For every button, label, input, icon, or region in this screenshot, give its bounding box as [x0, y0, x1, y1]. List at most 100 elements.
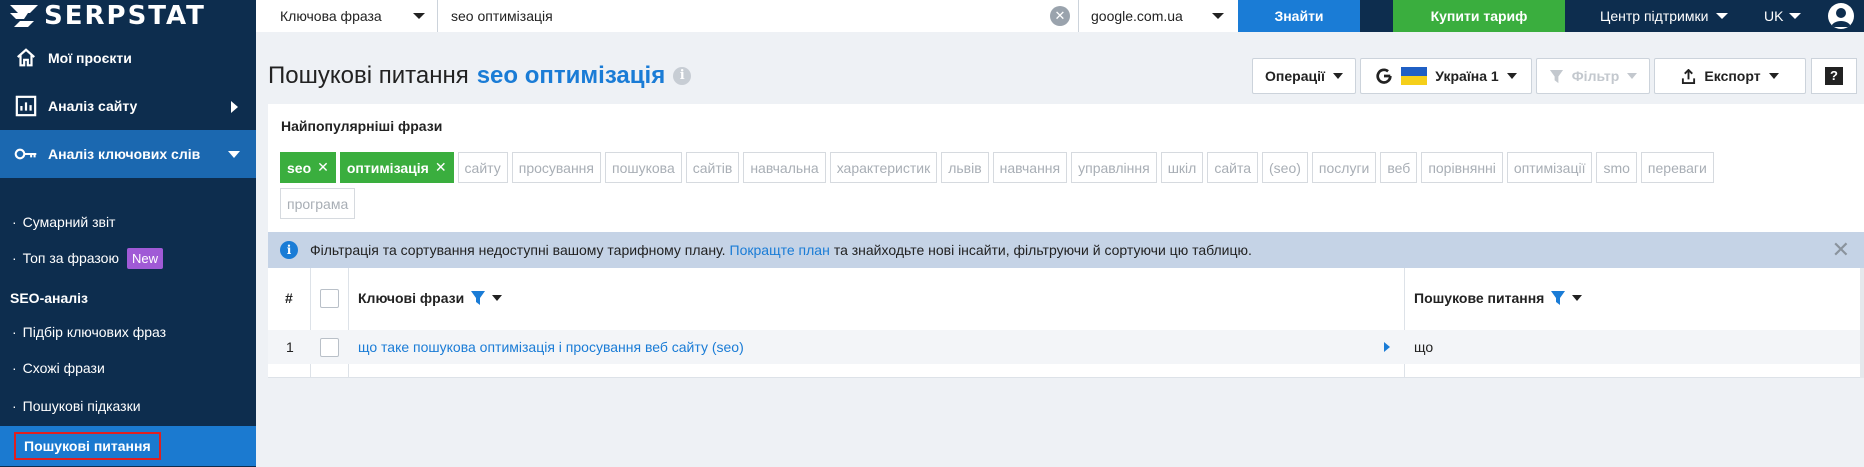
column-header-keyword-label: Ключові фрази	[358, 290, 465, 306]
phrase-tag[interactable]: сайта	[1207, 152, 1258, 183]
sidebar-item-keyword-analysis[interactable]: Аналіз ключових слів	[0, 130, 256, 178]
page-title: Пошукові питання seo оптимізація i	[268, 62, 692, 90]
help-button[interactable]: ?	[1811, 58, 1857, 94]
logo-text: SERPSTAT	[44, 1, 206, 31]
operations-button[interactable]: Операції	[1252, 58, 1356, 94]
page-title-keyword: seo оптимізація	[476, 62, 666, 89]
phrase-tag[interactable]: управління	[1071, 152, 1157, 183]
phrase-tag[interactable]: програма	[280, 188, 356, 219]
info-icon[interactable]: i	[673, 67, 692, 85]
select-all-checkbox[interactable]	[320, 288, 339, 308]
sidebar-item-label: Підбір ключових фраз	[22, 324, 167, 340]
upgrade-plan-link[interactable]: Покращте план	[730, 242, 830, 258]
phrase-tag[interactable]: порівнянні	[1421, 152, 1503, 183]
filter-icon[interactable]	[470, 290, 486, 306]
key-icon	[14, 142, 38, 166]
phrase-tag[interactable]: оптимізації	[1506, 152, 1593, 183]
site-analysis-icon	[14, 94, 38, 118]
upload-icon	[1682, 68, 1696, 84]
region-label: Україна 1	[1435, 68, 1499, 84]
language-menu[interactable]: UK	[1764, 0, 1802, 32]
results-table: # Ключові фрази Пошукове питання 1 що та…	[268, 268, 1864, 378]
buy-plan-button[interactable]: Купити тариф	[1393, 0, 1565, 32]
phrase-tag[interactable]: львів	[941, 152, 989, 183]
support-center-menu[interactable]: Центр підтримки	[1600, 0, 1729, 32]
sidebar: Мої проєкти Аналіз сайту Аналіз ключових…	[0, 32, 256, 467]
chevron-down-icon	[1212, 13, 1224, 19]
keyword-link[interactable]: що таке пошукова оптимізація і просуванн…	[358, 339, 744, 355]
chevron-down-icon[interactable]	[1572, 295, 1583, 301]
notice-text: Фільтрація та сортування недоступні вашо…	[310, 242, 726, 258]
home-icon	[14, 46, 38, 70]
page-title-text: Пошукові питання	[268, 62, 469, 89]
filter-button[interactable]: Фільтр	[1536, 58, 1650, 94]
search-type-value: Ключова фраза	[280, 8, 382, 24]
table-row: 1 що таке пошукова оптимізація і просува…	[268, 330, 1864, 364]
sidebar-item-similar-phrases[interactable]: · Схожі фрази	[0, 350, 256, 386]
phrase-tag[interactable]: веб	[1380, 152, 1418, 183]
phrase-tag[interactable]: характеристик	[829, 152, 938, 183]
search-input[interactable]	[438, 0, 1078, 32]
notice-text-after: та знайходьте нові інсайти, фільтруючи й…	[833, 242, 1252, 258]
user-avatar[interactable]	[1828, 3, 1854, 29]
active-tag[interactable]: оптимізація ✕	[339, 152, 454, 183]
filter-label: Фільтр	[1571, 68, 1620, 84]
active-tag[interactable]: seo ✕	[280, 152, 336, 183]
phrase-tag[interactable]: просування	[511, 152, 601, 183]
chevron-down-icon	[228, 151, 240, 158]
sidebar-item-search-suggestions[interactable]: · Пошукові підказки	[0, 388, 256, 424]
chevron-down-icon	[1716, 13, 1729, 19]
row-checkbox-cell	[320, 330, 339, 364]
close-icon[interactable]: ✕	[1832, 237, 1850, 263]
phrase-tag[interactable]: сайтів	[685, 152, 740, 183]
main-content: Пошукові питання seo оптимізація i Опера…	[256, 32, 1864, 467]
remove-tag-icon[interactable]: ✕	[317, 159, 329, 176]
phrase-tag[interactable]: (seo)	[1262, 152, 1308, 183]
phrase-tag[interactable]: переваги	[1640, 152, 1714, 183]
column-header-keyword[interactable]: Ключові фрази	[358, 268, 503, 328]
domain-value: google.com.ua	[1091, 8, 1183, 24]
chevron-right-icon[interactable]	[1384, 342, 1390, 352]
plan-notice: i Фільтрація та сортування недоступні ва…	[268, 232, 1864, 268]
filter-icon[interactable]	[1550, 290, 1566, 306]
phrase-tag[interactable]: послуги	[1311, 152, 1377, 183]
export-button[interactable]: Експорт	[1654, 58, 1806, 94]
phrase-tag[interactable]: smo	[1596, 152, 1637, 183]
find-button[interactable]: Знайти	[1238, 0, 1360, 32]
language-label: UK	[1764, 8, 1784, 24]
popular-phrases-title: Найпопулярніші фрази	[281, 118, 443, 134]
region-select[interactable]: Україна 1	[1360, 58, 1532, 94]
phrase-tag[interactable]: сайту	[457, 152, 508, 183]
top-bar: SERPSTAT Ключова фраза ✕ google.com.ua З…	[0, 0, 1864, 32]
phrase-tag[interactable]: шкіл	[1160, 152, 1204, 183]
sidebar-item-my-projects[interactable]: Мої проєкти	[0, 34, 256, 82]
sidebar-item-search-questions[interactable]: Пошукові питання	[0, 426, 256, 466]
sidebar-item-summary[interactable]: · Сумарний звіт	[0, 204, 256, 240]
scrollbar[interactable]	[1860, 268, 1864, 378]
info-icon: i	[280, 241, 298, 259]
phrase-tag[interactable]: навчальна	[743, 152, 826, 183]
search-type-select[interactable]: Ключова фраза	[256, 0, 438, 32]
phrase-tag[interactable]: пошукова	[605, 152, 682, 183]
help-icon: ?	[1825, 67, 1843, 85]
domain-select[interactable]: google.com.ua	[1078, 0, 1238, 32]
column-header-question[interactable]: Пошукове питання	[1414, 268, 1583, 328]
row-checkbox[interactable]	[320, 337, 339, 357]
sidebar-item-top-by-phrase[interactable]: · Топ за фразою New	[0, 240, 256, 276]
sidebar-item-label: Мої проєкти	[48, 50, 132, 66]
operations-label: Операції	[1265, 68, 1325, 84]
sidebar-item-label: Пошукові підказки	[22, 398, 141, 414]
remove-tag-icon[interactable]: ✕	[435, 159, 447, 176]
clear-search-icon[interactable]: ✕	[1050, 6, 1070, 26]
sidebar-item-label: Схожі фрази	[22, 360, 105, 376]
ukraine-flag-icon	[1401, 67, 1428, 85]
google-icon	[1376, 68, 1392, 84]
serpstat-logo[interactable]: SERPSTAT	[10, 0, 206, 32]
sidebar-item-site-analysis[interactable]: Аналіз сайту	[0, 82, 256, 130]
chevron-down-icon	[1506, 73, 1517, 79]
sidebar-item-label: Пошукові питання	[14, 432, 161, 460]
phrase-tag[interactable]: навчання	[992, 152, 1068, 183]
sidebar-item-keyword-selection[interactable]: · Підбір ключових фраз	[0, 314, 256, 350]
chevron-down-icon	[1768, 73, 1779, 79]
chevron-down-icon[interactable]	[492, 295, 503, 301]
